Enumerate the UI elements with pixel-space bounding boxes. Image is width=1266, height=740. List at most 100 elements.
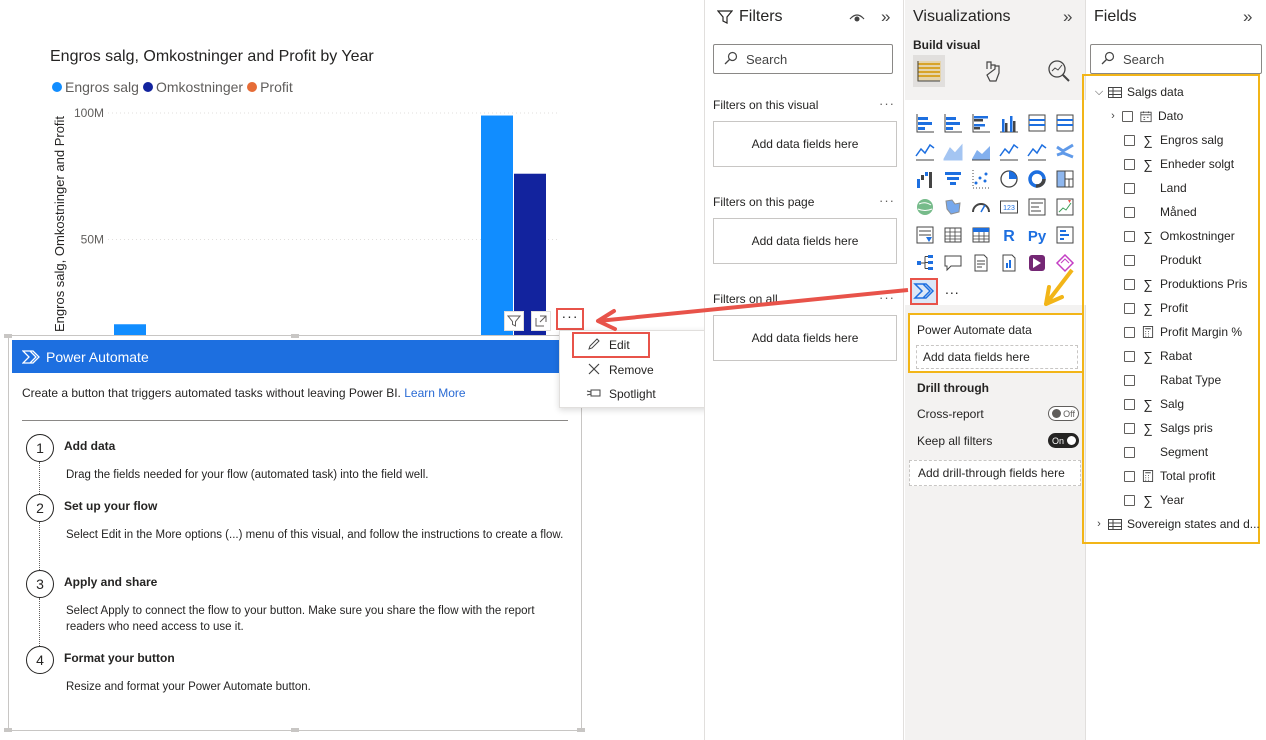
line-clustered-icon[interactable] [1026,140,1048,162]
power-apps-icon[interactable] [1026,252,1048,274]
field-checkbox[interactable] [1124,446,1135,458]
r-visual-icon[interactable]: R [998,224,1020,246]
field-checkbox[interactable] [1124,350,1135,362]
clustered-bar-icon[interactable] [970,112,992,134]
card-icon[interactable]: 123 [998,196,1020,218]
filter-icon[interactable] [504,311,524,331]
field-item[interactable]: ∑ Salgs pris [1124,416,1213,440]
field-item[interactable]: ∑ Salg [1124,392,1184,416]
filled-map-icon[interactable] [942,196,964,218]
field-item[interactable]: Land [1124,176,1187,200]
clustered-column-icon[interactable] [998,112,1020,134]
field-item[interactable]: ∑ Produktions Pris [1124,272,1247,296]
field-item[interactable]: › Dato [1108,104,1183,128]
field-checkbox[interactable] [1124,470,1135,482]
more-options-icon[interactable]: ··· [879,290,895,305]
resize-handle[interactable] [4,334,12,338]
key-influencers-icon[interactable] [1054,224,1076,246]
area-chart-icon[interactable] [942,140,964,162]
python-visual-icon[interactable]: Py [1026,224,1048,246]
fields-search-input[interactable]: Search [1090,44,1262,74]
qa-icon[interactable] [942,252,964,274]
resize-handle[interactable] [291,334,299,338]
field-item[interactable]: ∑ Enheder solgt [1124,152,1234,176]
field-item[interactable]: Segment [1124,440,1208,464]
chevron-down-icon[interactable]: ⌵ [1094,86,1104,99]
funnel-icon[interactable] [942,168,964,190]
treemap-icon[interactable] [1054,168,1076,190]
field-item[interactable]: ∑ Omkostninger [1124,224,1235,248]
100-column-icon[interactable] [1054,112,1076,134]
field-checkbox[interactable] [1124,374,1135,386]
field-item[interactable]: ∑ Engros salg [1124,128,1223,152]
resize-handle[interactable] [291,728,299,732]
eye-icon[interactable] [849,9,865,29]
resize-handle[interactable] [577,728,585,732]
donut-icon[interactable] [1026,168,1048,190]
table-salgs-data[interactable]: ⌵ Salgs data [1094,80,1184,104]
field-checkbox[interactable] [1124,158,1135,170]
field-checkbox[interactable] [1122,110,1133,122]
filters-all-well[interactable]: Add data fields here [713,315,897,361]
stacked-area-icon[interactable] [970,140,992,162]
matrix-icon[interactable] [970,224,992,246]
paginated-report-icon[interactable] [998,252,1020,274]
ribbon-chart-icon[interactable] [1054,140,1076,162]
format-visual-tab[interactable] [978,55,1010,87]
build-visual-tab[interactable] [913,55,945,87]
pie-icon[interactable] [998,168,1020,190]
collapse-chevron-icon[interactable]: » [881,7,890,27]
stacked-column-icon[interactable] [942,112,964,134]
100-bar-icon[interactable] [1026,112,1048,134]
line-column-icon[interactable] [998,140,1020,162]
waterfall-icon[interactable] [914,168,936,190]
field-item[interactable]: ∑ Profit [1124,296,1188,320]
field-item[interactable]: ∑ Rabat [1124,344,1192,368]
field-item[interactable]: Produkt [1124,248,1201,272]
filters-page-well[interactable]: Add data fields here [713,218,897,264]
field-checkbox[interactable] [1124,134,1135,146]
field-checkbox[interactable] [1124,422,1135,434]
kpi-icon[interactable] [1054,196,1076,218]
field-item[interactable]: Måned [1124,200,1197,224]
field-item[interactable]: ∑ Year [1124,488,1184,512]
table-icon[interactable] [942,224,964,246]
more-options-icon[interactable]: ··· [879,193,895,208]
gauge-icon[interactable] [970,196,992,218]
field-checkbox[interactable] [1124,182,1135,194]
decomposition-tree-icon[interactable] [914,252,936,274]
field-checkbox[interactable] [1124,230,1135,242]
learn-more-link[interactable]: Learn More [404,386,465,400]
more-options-button[interactable]: ··· [556,308,584,330]
drill-through-well[interactable]: Add drill-through fields here [909,460,1081,486]
more-visuals-icon[interactable]: ... [945,281,960,297]
diamond-icon[interactable] [1054,252,1076,274]
multirow-card-icon[interactable] [1026,196,1048,218]
filters-visual-well[interactable]: Add data fields here [713,121,897,167]
chevron-right-icon[interactable]: › [1094,518,1104,530]
collapse-chevron-icon[interactable]: » [1063,7,1072,27]
line-chart-icon[interactable] [914,140,936,162]
field-checkbox[interactable] [1124,302,1135,314]
more-options-icon[interactable]: ··· [879,96,895,111]
focus-mode-icon[interactable] [531,311,551,331]
field-item[interactable]: Total profit [1124,464,1215,488]
add-data-fields-drop[interactable]: Add data fields here [916,345,1078,369]
field-checkbox[interactable] [1124,278,1135,290]
chart-bar[interactable] [481,115,513,340]
stacked-bar-icon[interactable] [914,112,936,134]
field-checkbox[interactable] [1124,206,1135,218]
report-canvas[interactable]: Engros salg, Omkostninger and Profit by … [0,0,741,740]
resize-handle[interactable] [4,728,12,732]
slicer-icon[interactable] [914,224,936,246]
keep-filters-toggle[interactable]: On [1048,433,1079,448]
field-checkbox[interactable] [1124,494,1135,506]
power-automate-visual[interactable]: Power Automate Create a button that trig… [4,334,585,732]
map-icon[interactable] [914,196,936,218]
field-checkbox[interactable] [1124,254,1135,266]
scatter-icon[interactable] [970,168,992,190]
table-sovereign-states[interactable]: › Sovereign states and d... [1094,512,1260,536]
field-checkbox[interactable] [1124,398,1135,410]
field-checkbox[interactable] [1124,326,1135,338]
filters-search-input[interactable]: Search [713,44,893,74]
